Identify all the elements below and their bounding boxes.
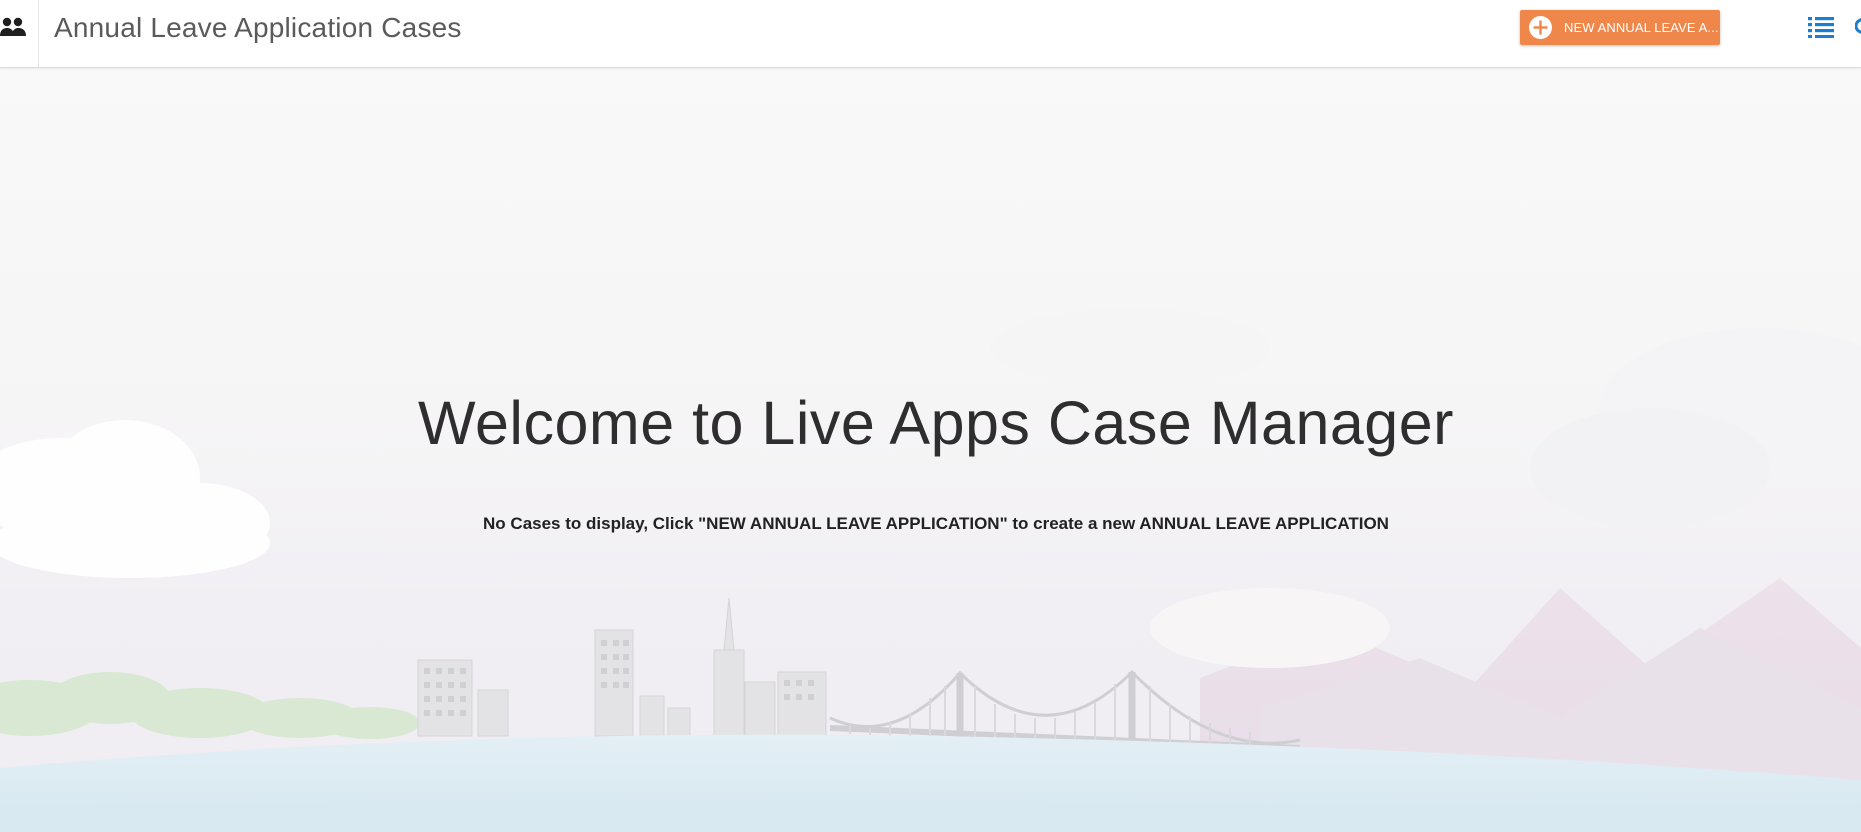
header-divider: [38, 0, 39, 67]
main-content: Welcome to Live Apps Case Manager No Cas…: [0, 68, 1861, 832]
plus-circle-icon: [1529, 16, 1552, 39]
page-title: Annual Leave Application Cases: [54, 12, 462, 43]
cut-off-icon[interactable]: [1855, 17, 1861, 35]
welcome-title: Welcome to Live Apps Case Manager: [418, 389, 1454, 457]
new-annual-leave-button[interactable]: NEW ANNUAL LEAVE A...: [1520, 10, 1720, 45]
list-view-icon[interactable]: [1808, 14, 1834, 38]
empty-cases-message: No Cases to display, Click "NEW ANNUAL L…: [483, 514, 1389, 533]
people-icon: [0, 17, 26, 36]
top-header: Annual Leave Application Cases NEW ANNUA…: [0, 0, 1861, 68]
new-annual-leave-button-label: NEW ANNUAL LEAVE A...: [1564, 20, 1719, 35]
